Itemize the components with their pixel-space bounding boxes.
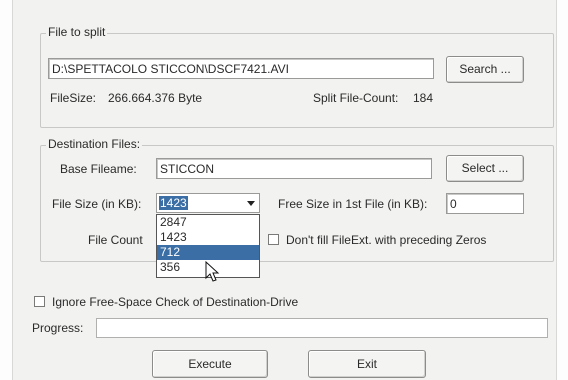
exit-button[interactable]: Exit — [308, 350, 426, 378]
progress-bar — [96, 318, 548, 338]
progress-label: Progress: — [32, 321, 84, 335]
free-size-label: Free Size in 1st File (in KB): — [278, 197, 428, 211]
file-count-label: File Count — [88, 233, 143, 247]
file-path-input[interactable]: D:\SPETTACOLO STICCON\DSCF7421.AVI — [48, 58, 434, 79]
window-right-border — [556, 0, 568, 380]
dont-fill-label[interactable]: Don't fill FileExt. with preceding Zeros — [286, 233, 486, 247]
dont-fill-checkbox[interactable] — [268, 234, 279, 245]
search-button[interactable]: Search ... — [446, 56, 524, 83]
split-dialog: File to split D:\SPETTACOLO STICCON\DSCF… — [0, 0, 568, 380]
file-to-split-legend: File to split — [46, 25, 108, 39]
window-left-border — [0, 0, 13, 380]
file-size-option[interactable]: 1423 — [157, 230, 259, 245]
file-size-selected: 1423 — [159, 196, 188, 210]
base-filename-input[interactable]: STICCON — [156, 158, 432, 179]
ignore-free-space-checkbox[interactable] — [34, 296, 45, 307]
split-count-value: 184 — [413, 91, 434, 105]
mouse-cursor-icon — [205, 261, 220, 282]
free-size-input[interactable]: 0 — [446, 193, 524, 214]
filesize-label: FileSize: — [50, 91, 97, 105]
base-filename-label: Base Fileame: — [60, 162, 137, 176]
split-count-label: Split File-Count: — [313, 91, 399, 105]
select-button[interactable]: Select ... — [446, 155, 524, 182]
execute-button[interactable]: Execute — [152, 350, 268, 378]
file-size-combo[interactable]: 1423 — [156, 193, 260, 213]
file-size-label: File Size (in KB): — [52, 197, 142, 211]
ignore-free-space-label[interactable]: Ignore Free-Space Check of Destination-D… — [52, 295, 298, 309]
chevron-down-icon[interactable] — [247, 201, 255, 206]
destination-files-legend: Destination Files: — [46, 137, 143, 151]
file-size-option[interactable]: 712 — [157, 245, 259, 260]
filesize-value: 266.664.376 Byte — [108, 91, 203, 105]
file-size-option[interactable]: 2847 — [157, 215, 259, 230]
